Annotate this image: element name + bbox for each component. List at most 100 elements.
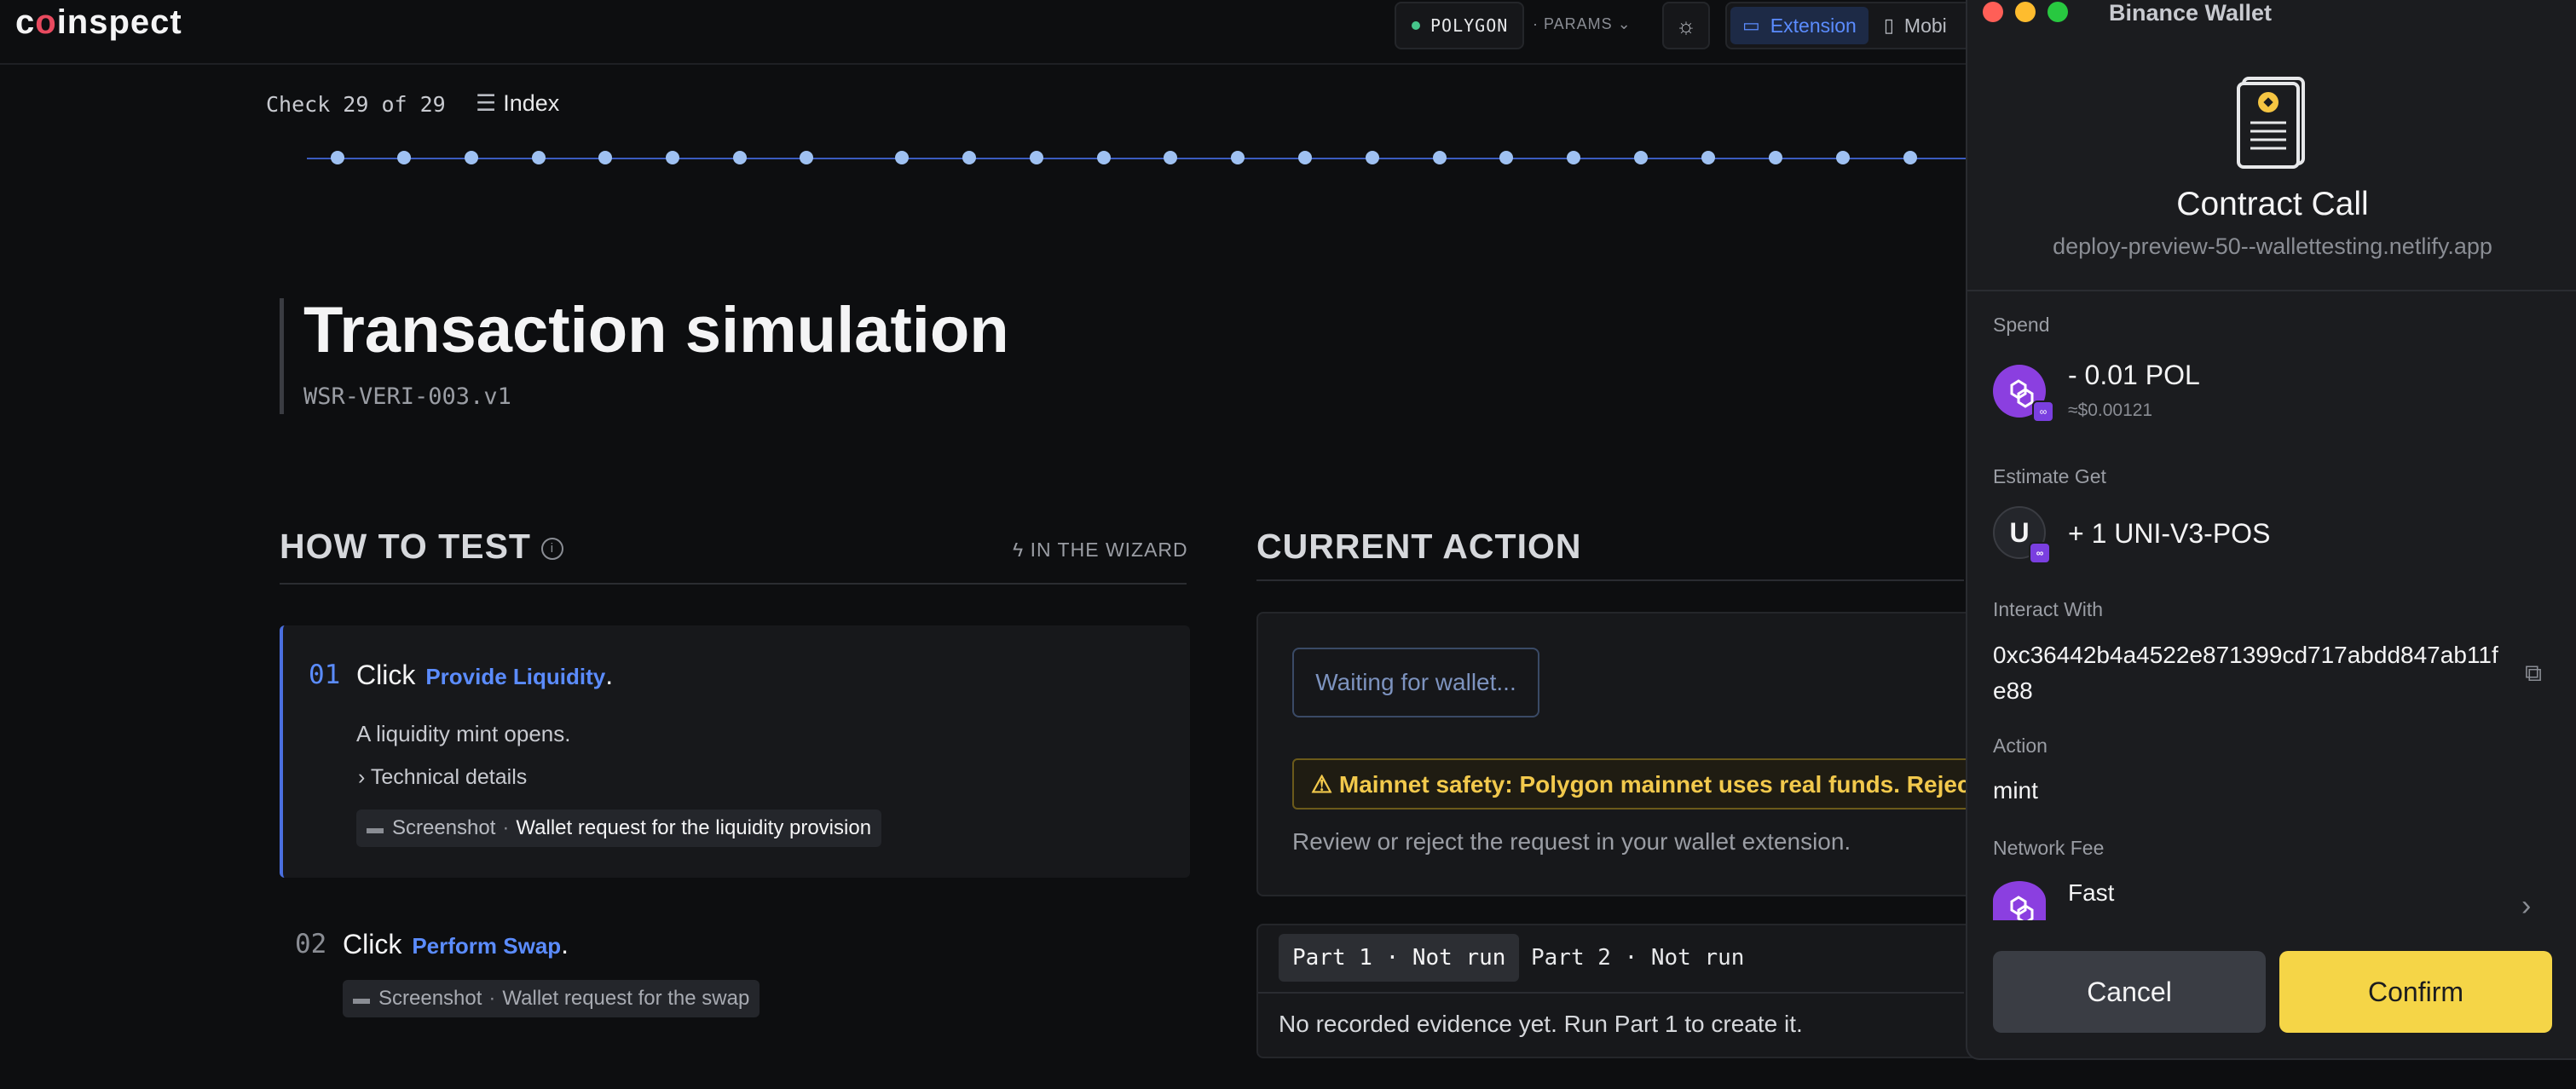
screenshot-chip[interactable]: ▬ Screenshot · Wallet request for the swap — [343, 980, 760, 1017]
fee-speed[interactable]: Fast — [2068, 879, 2114, 907]
tab-part-2[interactable]: Part 2 · Not run — [1517, 934, 1758, 982]
close-window-button[interactable] — [1983, 2, 2003, 22]
progress-step-dot[interactable] — [800, 151, 813, 164]
index-link[interactable]: ☰ Index — [476, 90, 559, 117]
wallet-origin-site: deploy-preview-50--wallettesting.netlify… — [2053, 233, 2492, 259]
step-number: 02 — [295, 929, 327, 959]
maximize-window-button[interactable] — [2048, 2, 2068, 22]
chevron-right-icon[interactable]: › — [2521, 890, 2531, 923]
get-amount: + 1 UNI-V3-POS — [2068, 518, 2271, 549]
step-suffix: . — [561, 929, 569, 959]
progress-step-dot[interactable] — [331, 151, 344, 164]
sun-icon: ☼ — [1676, 12, 1696, 38]
progress-step-dot[interactable] — [962, 151, 976, 164]
confirm-button[interactable]: Confirm — [2279, 951, 2552, 1033]
mode-mobile-label: Mobi — [1903, 14, 1947, 37]
progress-step-dot[interactable] — [1499, 151, 1513, 164]
progress-step-dot[interactable] — [1836, 151, 1850, 164]
wizard-link[interactable]: ϟ IN THE WIZARD — [1013, 539, 1188, 562]
progress-step-dot[interactable] — [598, 151, 612, 164]
no-evidence-message: No recorded evidence yet. Run Part 1 to … — [1279, 1011, 1803, 1037]
wallet-heading: Contract Call — [2176, 186, 2369, 222]
progress-step-dot[interactable] — [1298, 151, 1312, 164]
progress-step-dot[interactable] — [532, 151, 546, 164]
progress-step-dot[interactable] — [1366, 151, 1379, 164]
interact-with-label: Interact With — [1993, 598, 2104, 620]
fee-token-icon — [1993, 881, 2046, 920]
cancel-button[interactable]: Cancel — [1993, 951, 2266, 1033]
spend-usd: ≈$0.00121 — [2068, 400, 2153, 420]
progress-step-dot[interactable] — [1634, 151, 1648, 164]
progress-step-dot[interactable] — [1164, 151, 1177, 164]
spend-label: Spend — [1993, 314, 2050, 336]
progress-step-dot[interactable] — [1097, 151, 1111, 164]
review-instruction: Review or reject the request in your wal… — [1292, 828, 1851, 855]
how-to-test-divider — [280, 583, 1187, 585]
info-icon[interactable]: i — [540, 538, 563, 561]
progress-step-dot[interactable] — [1567, 151, 1580, 164]
logo-text-end: inspect — [56, 3, 182, 41]
wizard-label: IN THE WIZARD — [1030, 539, 1188, 561]
wallet-window-title: Binance Wallet — [2109, 0, 2273, 26]
provide-liquidity-link[interactable]: Provide Liquidity — [425, 664, 605, 689]
progress-step-dot[interactable] — [1903, 151, 1917, 164]
step-suffix: . — [605, 660, 614, 690]
mainnet-warning: ⚠ Mainnet safety: Polygon mainnet uses r… — [1292, 758, 1991, 810]
uni-token-letter: U — [2009, 516, 2030, 548]
polygon-logo-icon — [2010, 896, 2034, 920]
step-instruction: Click Perform Swap. — [343, 929, 569, 960]
step-instruction: Click Provide Liquidity. — [356, 660, 613, 691]
progress-step-dot[interactable] — [733, 151, 747, 164]
network-label: POLYGON — [1430, 15, 1509, 36]
progress-step-dot[interactable] — [1769, 151, 1782, 164]
uni-token-icon: U ∞ — [1993, 506, 2051, 564]
bolt-icon: ϟ — [1013, 539, 1031, 561]
test-id: WSR-VERI-003.v1 — [303, 383, 511, 410]
technical-details-toggle[interactable]: › Technical details — [358, 765, 527, 790]
params-dropdown[interactable]: · PARAMS ⌄ — [1533, 2, 1643, 46]
wallet-divider — [1967, 290, 2576, 291]
current-action-divider — [1256, 579, 1964, 581]
waiting-for-wallet-button[interactable]: Waiting for wallet... — [1292, 648, 1539, 717]
index-label: Index — [503, 90, 560, 116]
camera-icon: ▬ — [367, 818, 384, 838]
wallet-titlebar: Binance Wallet — [1967, 0, 2576, 29]
list-icon: ☰ — [476, 90, 497, 116]
progress-track — [307, 158, 1969, 159]
copy-icon[interactable]: ⧉ — [2525, 660, 2542, 688]
params-label: · PARAMS ⌄ — [1533, 14, 1632, 32]
progress-step-dot[interactable] — [1231, 151, 1245, 164]
screenshot-label: Screenshot — [378, 987, 482, 1010]
network-selector[interactable]: POLYGON — [1395, 2, 1524, 49]
page-title: Transaction simulation — [303, 294, 1009, 366]
mode-mobile-button[interactable]: ▯ Mobi — [1872, 7, 1959, 44]
perform-swap-link[interactable]: Perform Swap — [412, 933, 561, 959]
progress-step-dot[interactable] — [666, 151, 679, 164]
mode-extension-label: Extension — [1770, 14, 1857, 37]
progress-step-dot[interactable] — [397, 151, 411, 164]
wallet-popup: Binance Wallet Contract Call deploy-prev… — [1966, 0, 2576, 1060]
link-badge-icon: ∞ — [2029, 542, 2051, 564]
monitor-icon: ▭ — [1742, 14, 1760, 36]
screenshot-value: Wallet request for the liquidity provisi… — [516, 816, 872, 839]
progress-step-dot[interactable] — [1030, 151, 1043, 164]
step-number: 01 — [309, 660, 341, 690]
screenshot-separator: · — [488, 987, 496, 1010]
phone-icon: ▯ — [1883, 14, 1894, 36]
current-action-heading: CURRENT ACTION — [1256, 527, 1582, 566]
progress-step-dot[interactable] — [1433, 151, 1447, 164]
mode-extension-button[interactable]: ▭ Extension — [1730, 7, 1868, 44]
screenshot-chip[interactable]: ▬ Screenshot · Wallet request for the liqui… — [356, 810, 882, 847]
progress-step-dot[interactable] — [895, 151, 909, 164]
fee-clip-mask — [1967, 920, 2576, 937]
theme-toggle[interactable]: ☼ — [1662, 2, 1710, 49]
chevron-right-icon: › — [358, 765, 371, 789]
logo[interactable]: coinspect — [15, 3, 182, 42]
progress-step-dot[interactable] — [465, 151, 478, 164]
action-value: mint — [1993, 777, 2038, 804]
progress-step-dot[interactable] — [1701, 151, 1715, 164]
title-accent-bar — [280, 298, 284, 414]
minimize-window-button[interactable] — [2015, 2, 2036, 22]
tab-part-1[interactable]: Part 1 · Not run — [1279, 934, 1520, 982]
spend-amount: - 0.01 POL — [2068, 360, 2200, 390]
